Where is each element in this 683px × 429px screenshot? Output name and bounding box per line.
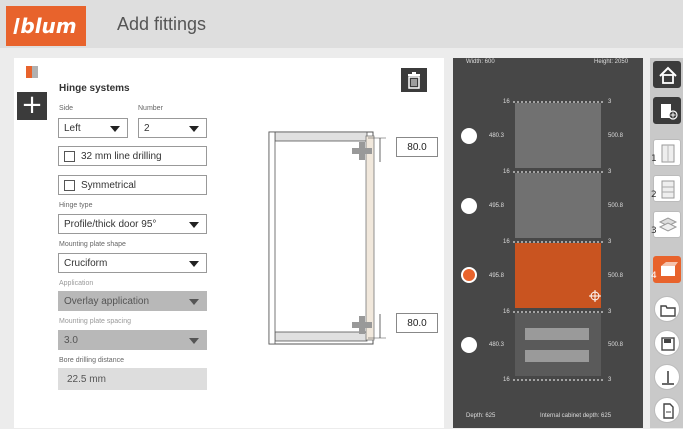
hinge-drawing <box>268 131 386 345</box>
section-title: Hinge systems <box>59 83 130 94</box>
gap-left: 16 <box>503 239 510 245</box>
part-radio[interactable] <box>461 198 477 214</box>
bore-drilling-distance-field: 22.5 mm <box>58 368 207 390</box>
add-fitting-button[interactable]: + <box>17 92 47 120</box>
gap-right: 3 <box>608 99 612 105</box>
application-value: Overlay application <box>64 296 150 307</box>
side-value: Left <box>64 123 81 134</box>
part-radio[interactable] <box>461 337 477 353</box>
step-2-button[interactable]: 2 <box>651 175 681 202</box>
step-1-button[interactable]: 1 <box>651 139 681 166</box>
hinge-tab-icon[interactable] <box>25 64 39 80</box>
side-select[interactable]: Left <box>58 118 128 138</box>
mounting-plate-shape-value: Cruciform <box>64 258 108 269</box>
document-button[interactable] <box>654 397 680 423</box>
part-radio[interactable] <box>461 128 477 144</box>
part-height-right: 500.8 <box>608 133 624 139</box>
document-icon <box>663 403 674 419</box>
number-select[interactable]: 2 <box>138 118 207 138</box>
part-height-left: 495.8 <box>489 203 505 209</box>
mounting-plate-shape-label: Mounting plate shape <box>59 241 126 248</box>
save-icon <box>661 337 675 351</box>
chevron-down-icon <box>189 299 199 305</box>
hinge-type-select[interactable]: Profile/thick door 95° <box>58 214 207 234</box>
chevron-down-icon <box>189 338 199 344</box>
mounting-plate-spacing-value: 3.0 <box>64 335 78 346</box>
hinge-type-label: Hinge type <box>59 202 93 209</box>
cabinet-shelves-icon <box>661 180 675 199</box>
mounting-plate-shape-select[interactable]: Cruciform <box>58 253 207 273</box>
symmetrical-checkbox[interactable]: Symmetrical <box>58 175 207 195</box>
checkbox-icon <box>64 180 75 191</box>
logo-mark <box>13 18 21 34</box>
gap-left: 16 <box>503 309 510 315</box>
line-drilling-checkbox[interactable]: 32 mm line drilling <box>58 146 207 166</box>
home-icon <box>659 66 677 84</box>
top-bar <box>0 0 683 48</box>
cabinet-parts-icon <box>658 217 678 232</box>
folder-icon <box>660 305 676 317</box>
chevron-down-icon <box>189 261 199 267</box>
top-hinge-distance-field[interactable]: 80.0 <box>396 137 438 157</box>
page-title: Add fittings <box>117 14 207 34</box>
chevron-down-icon <box>189 126 199 132</box>
step-number: 3 <box>651 226 657 236</box>
cabinet-front-icon <box>661 144 675 163</box>
gap-right: 3 <box>608 377 612 383</box>
bore-drilling-distance-label: Bore drilling distance <box>59 357 124 364</box>
step-3-button[interactable]: 3 <box>651 211 681 238</box>
fittings-icon <box>661 262 678 276</box>
part-radio-selected[interactable] <box>461 267 477 283</box>
mounting-plate-spacing-label: Mounting plate spacing <box>59 318 131 325</box>
step-number: 4 <box>651 271 657 281</box>
open-button[interactable] <box>654 296 680 322</box>
chevron-down-icon <box>110 126 120 132</box>
cabinet-width: Width: 600 <box>466 59 495 65</box>
part-height-left: 495.8 <box>489 273 505 279</box>
save-button[interactable] <box>654 330 680 356</box>
gap-left: 16 <box>503 99 510 105</box>
gap-left: 16 <box>503 169 510 175</box>
part-height-right: 500.8 <box>608 273 624 279</box>
step-number: 2 <box>651 190 657 200</box>
line-drilling-label: 32 mm line drilling <box>81 151 162 162</box>
add-cabinet-button[interactable] <box>653 97 681 124</box>
number-label: Number <box>138 105 163 112</box>
shelf-lines <box>513 101 605 381</box>
hinge-type-value: Profile/thick door 95° <box>64 219 157 230</box>
delete-button[interactable] <box>401 68 427 92</box>
cabinet-add-icon <box>661 104 678 120</box>
mounting-plate-spacing-select: 3.0 <box>58 330 207 350</box>
logo-text: blum <box>20 14 77 38</box>
gap-left: 16 <box>503 377 510 383</box>
gap-right: 3 <box>608 309 612 315</box>
trash-icon <box>408 72 420 89</box>
part-height-right: 500.8 <box>608 203 624 209</box>
part-height-right: 500.8 <box>608 342 624 348</box>
chevron-down-icon <box>189 222 199 228</box>
bottom-hinge-distance-field[interactable]: 80.0 <box>396 313 438 333</box>
application-select: Overlay application <box>58 291 207 311</box>
home-button[interactable] <box>653 61 681 88</box>
cabinet-height: Height: 2050 <box>594 59 629 65</box>
blum-logo: blum <box>6 6 86 46</box>
step-4-button[interactable]: 4 <box>651 256 681 283</box>
number-value: 2 <box>144 123 150 134</box>
application-label: Application <box>59 280 94 287</box>
cabinet-depth: Depth: 625 <box>466 413 496 419</box>
checkbox-icon <box>64 151 75 162</box>
internal-cabinet-depth: Internal cabinet depth: 625 <box>540 413 612 419</box>
gap-right: 3 <box>608 169 612 175</box>
part-height-left: 480.3 <box>489 342 505 348</box>
measure-button[interactable] <box>654 364 680 390</box>
part-height-left: 480.3 <box>489 133 505 139</box>
side-label: Side <box>59 105 74 112</box>
measure-icon <box>662 371 674 385</box>
symmetrical-label: Symmetrical <box>81 180 137 191</box>
step-number: 1 <box>651 154 657 164</box>
gap-right: 3 <box>608 239 612 245</box>
